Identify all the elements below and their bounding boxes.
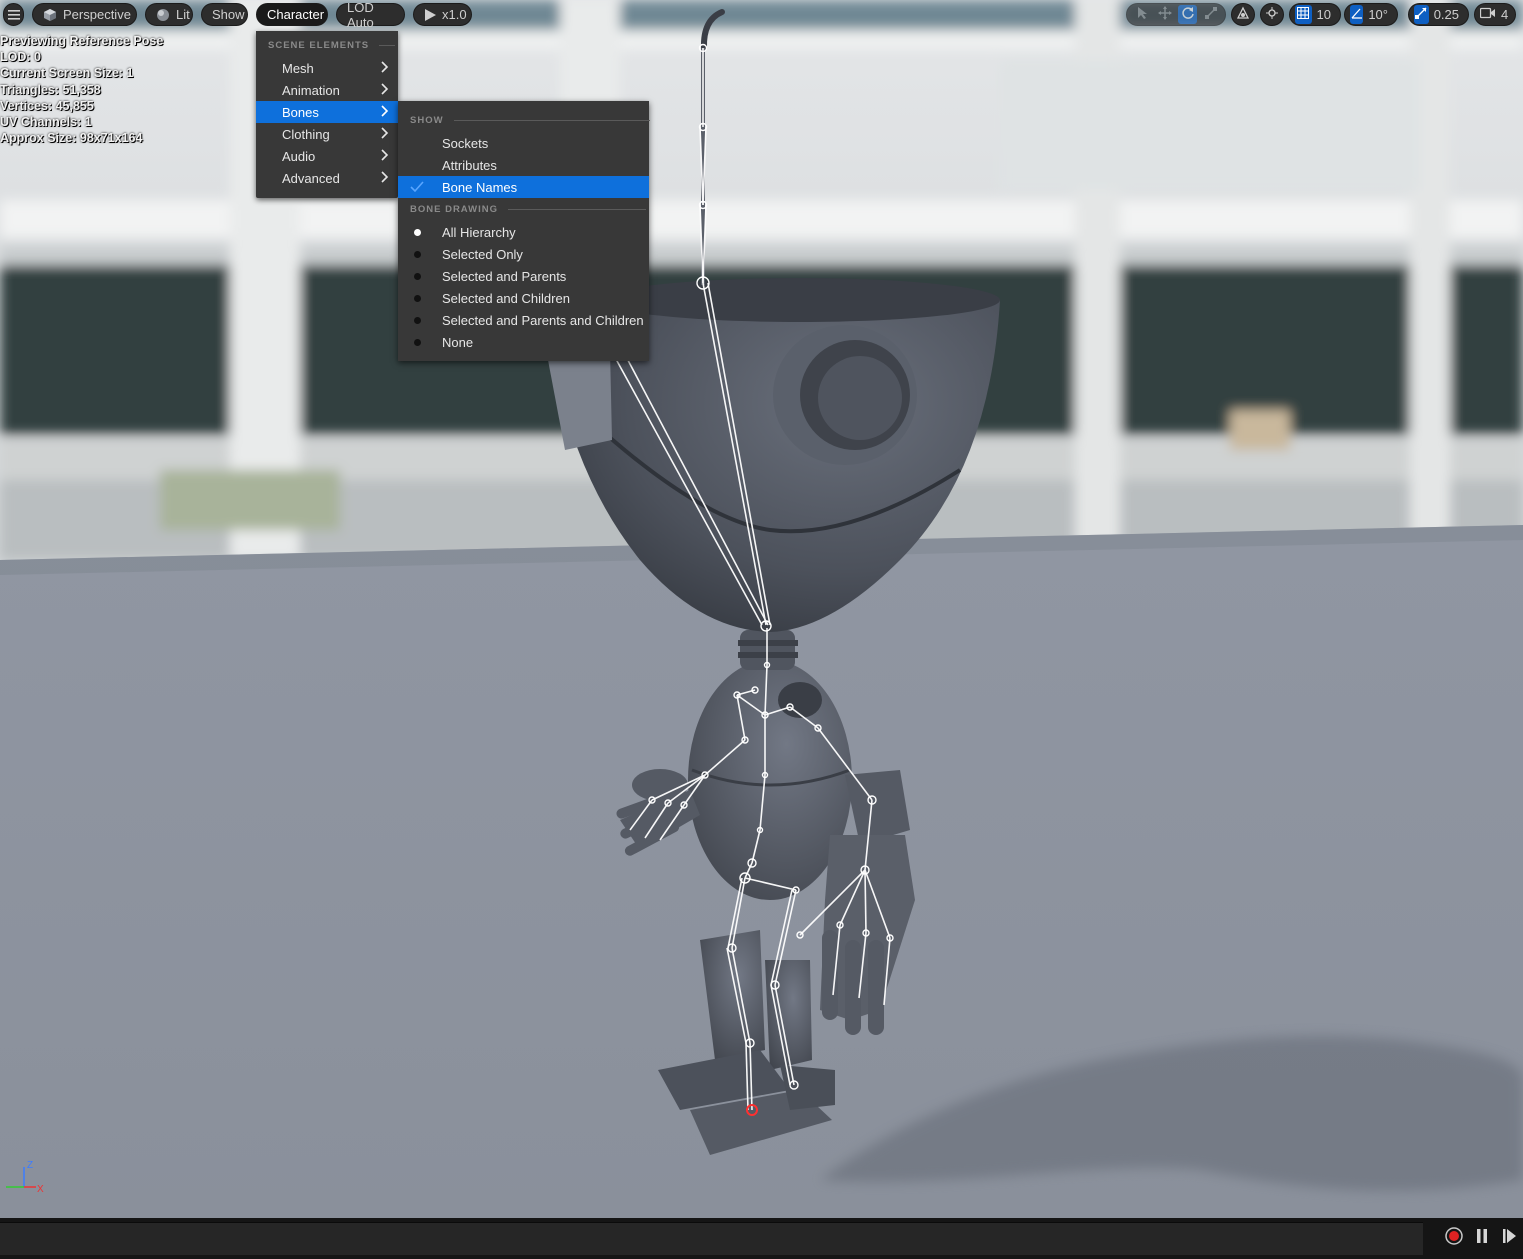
menu-item-clothing[interactable]: Clothing [256, 123, 398, 145]
viewport-menu-button[interactable] [3, 3, 24, 26]
radio-dot [410, 313, 424, 327]
scale-snap-toggle[interactable] [1414, 5, 1429, 24]
angle-icon [1351, 7, 1363, 22]
scale-tool[interactable] [1201, 5, 1220, 24]
show-label: Show [212, 7, 245, 22]
axis-z-label: Z [27, 1160, 33, 1171]
pause-button[interactable] [1471, 1227, 1493, 1249]
translate-tool[interactable] [1155, 5, 1174, 24]
scale-snap-group[interactable]: 0.25 [1408, 3, 1469, 26]
play-speed-button[interactable]: x1.0 [413, 3, 472, 26]
cursor-icon [1136, 6, 1148, 23]
menu-item-bone-names[interactable]: Bone Names [398, 176, 649, 198]
character-menu: SCENE ELEMENTS Mesh Animation Bones Clot… [256, 31, 398, 198]
chevron-right-icon [381, 127, 389, 139]
stats-overlay: Previewing Reference Pose LOD: 0 Current… [0, 33, 163, 146]
radio-dot [410, 335, 424, 349]
character-button[interactable]: Character [256, 3, 328, 26]
axis-x-label: X [37, 1184, 44, 1195]
select-tool[interactable] [1132, 5, 1151, 24]
rotation-snap-value[interactable]: 10° [1367, 7, 1392, 22]
scale-snap-value[interactable]: 0.25 [1433, 7, 1463, 22]
uv-channels-stat: UV Channels: 1 [0, 115, 92, 130]
step-forward-icon [1501, 1228, 1517, 1249]
move-icon [1157, 6, 1172, 23]
triangles-stat: Triangles: 51,358 [0, 82, 101, 97]
timeline-scrubber[interactable] [0, 1222, 1423, 1255]
lod-stat: LOD: 0 [0, 50, 41, 65]
scale-snap-icon [1415, 7, 1427, 22]
approx-size-stat: Approx Size: 98x71x164 [0, 131, 143, 146]
record-button[interactable] [1443, 1226, 1465, 1250]
grid-snap-toggle[interactable] [1295, 5, 1312, 24]
radio-selected-and-children[interactable]: Selected and Children [398, 287, 649, 309]
transform-tools [1126, 3, 1226, 26]
radio-dot [410, 247, 424, 261]
chevron-right-icon [381, 83, 389, 95]
menu-item-advanced[interactable]: Advanced [256, 167, 398, 189]
rotation-snap-toggle[interactable] [1350, 5, 1364, 24]
lod-button[interactable]: LOD Auto [336, 0, 405, 30]
lod-label: LOD Auto [347, 0, 374, 30]
viewport[interactable]: Perspective Lit Show Character LOD Auto … [0, 0, 1523, 1218]
scene-elements-header: SCENE ELEMENTS [268, 40, 396, 51]
show-section-header: SHOW [410, 115, 650, 126]
radio-dot [410, 291, 424, 305]
screen-size-stat: Current Screen Size: 1 [0, 66, 134, 81]
checkmark-icon [410, 180, 424, 194]
grid-icon [1297, 7, 1310, 22]
cube-icon [43, 8, 57, 22]
preview-status: Previewing Reference Pose [0, 34, 164, 48]
hamburger-icon [7, 8, 21, 22]
rotate-tool[interactable] [1178, 5, 1197, 24]
camera-icon [1479, 7, 1496, 22]
bones-submenu: SHOW Sockets Attributes Bone Names BONE … [398, 101, 650, 361]
coordinate-space-icon [1236, 6, 1250, 23]
chevron-right-icon [381, 171, 389, 183]
show-button[interactable]: Show [201, 3, 248, 26]
menu-item-bones[interactable]: Bones [256, 101, 398, 123]
menu-item-audio[interactable]: Audio [256, 145, 398, 167]
radio-none[interactable]: None [398, 331, 649, 353]
grid-snap-value[interactable]: 10 [1316, 7, 1335, 22]
radio-selected-parents-children[interactable]: Selected and Parents and Children [398, 309, 649, 331]
scene-render [0, 0, 1523, 1218]
pause-icon [1475, 1228, 1489, 1249]
radio-selected-only[interactable]: Selected Only [398, 243, 649, 265]
radio-all-hierarchy[interactable]: All Hierarchy [398, 221, 649, 243]
lit-label: Lit [176, 7, 190, 22]
surface-snap-icon [1265, 6, 1279, 23]
grid-snap-group[interactable]: 10 [1289, 3, 1341, 26]
menu-item-sockets[interactable]: Sockets [398, 132, 649, 154]
menu-item-attributes[interactable]: Attributes [398, 154, 649, 176]
rotate-icon [1181, 6, 1195, 23]
radio-dot [410, 269, 424, 283]
axis-gizmo-icon: Z X [6, 1160, 44, 1195]
bone-drawing-section-header: BONE DRAWING [410, 204, 646, 215]
chevron-right-icon [381, 105, 389, 117]
character-label: Character [267, 7, 325, 22]
vertices-stat: Vertices: 45,855 [0, 98, 94, 113]
perspective-label: Perspective [63, 7, 131, 22]
record-icon [1445, 1226, 1463, 1250]
camera-speed-button[interactable]: 4 [1474, 3, 1516, 26]
play-icon [424, 8, 436, 22]
chevron-right-icon [381, 61, 389, 73]
sphere-icon [156, 8, 170, 22]
menu-item-animation[interactable]: Animation [256, 79, 398, 101]
surface-snap-button[interactable] [1260, 3, 1284, 26]
chevron-right-icon [381, 149, 389, 161]
world-local-button[interactable] [1231, 3, 1255, 26]
lit-button[interactable]: Lit [145, 3, 193, 26]
scale-icon [1204, 6, 1218, 23]
perspective-button[interactable]: Perspective [32, 3, 137, 26]
rotation-snap-group[interactable]: 10° [1344, 3, 1398, 26]
camera-speed-value: 4 [1501, 7, 1509, 22]
menu-item-mesh[interactable]: Mesh [256, 57, 398, 79]
radio-selected-and-parents[interactable]: Selected and Parents [398, 265, 649, 287]
playback-bar [0, 1218, 1523, 1259]
radio-dot [410, 225, 424, 239]
play-speed-label: x1.0 [442, 7, 467, 22]
step-forward-button[interactable] [1498, 1227, 1520, 1249]
